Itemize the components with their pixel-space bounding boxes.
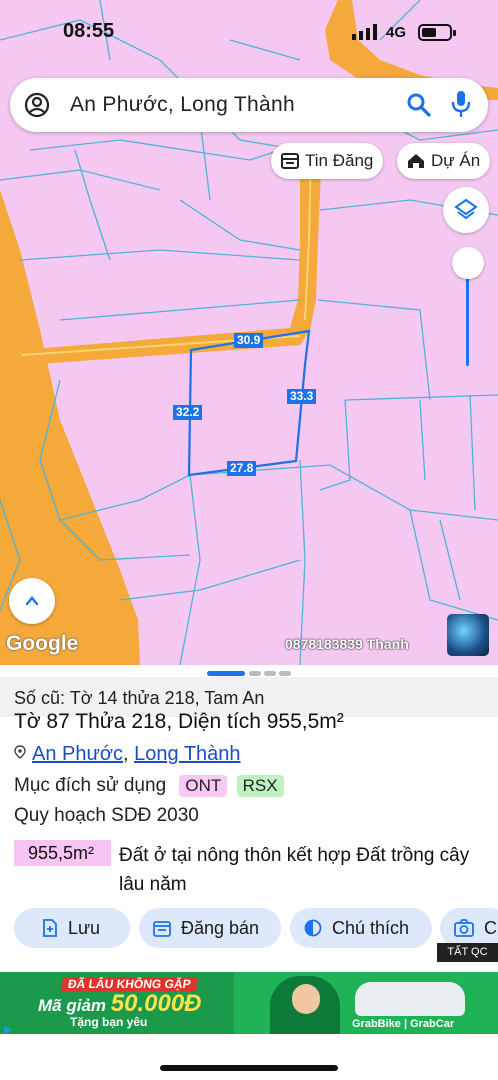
signal-icon: [352, 24, 377, 40]
location-separator: ,: [123, 743, 135, 765]
save-button-label: Lưu: [68, 917, 101, 938]
ad-banner[interactable]: ĐÃ LÂU KHÔNG GẶP Mã giảm 50.000Đ Tặng bạ…: [0, 972, 498, 1034]
projects-chip[interactable]: Dự Án: [397, 143, 491, 179]
map-view[interactable]: 08:55 4G An Phước, Long Thành Tin Đăng D…: [0, 0, 498, 665]
ad-tagline: Tặng bạn yêu: [70, 1015, 148, 1029]
district-link[interactable]: Long Thành: [134, 743, 240, 765]
search-input[interactable]: An Phước, Long Thành: [70, 93, 295, 117]
usage-label: Mục đích sử dụng: [14, 775, 167, 796]
ad-discount: Mã giảm 50.000Đ: [38, 990, 202, 1018]
battery-icon: [418, 24, 456, 41]
opacity-slider-track[interactable]: [466, 270, 469, 366]
calendar-icon: [153, 921, 171, 937]
opacity-slider-knob[interactable]: [452, 247, 484, 279]
ad-discount-prefix: Mã giảm: [38, 996, 107, 1015]
ad-choices-icon[interactable]: [2, 1024, 14, 1036]
home-indicator[interactable]: [160, 1065, 338, 1071]
area-description: Đất ở tại nông thôn kết hợp Đất trồng câ…: [119, 845, 470, 895]
save-button[interactable]: Lưu: [14, 908, 130, 948]
add-file-icon: [43, 919, 57, 937]
ward-link[interactable]: An Phước: [32, 743, 123, 765]
post-for-sale-button[interactable]: Đăng bán: [139, 908, 281, 948]
camera-icon: [454, 919, 474, 937]
ad-person-face: [292, 984, 320, 1014]
map-watermark: 0878183839 Thanh: [285, 636, 409, 652]
listing-icon: [281, 153, 299, 169]
measure-bottom: 27.8: [227, 461, 257, 476]
legend-button[interactable]: Chú thích: [290, 908, 432, 948]
sheet-page-indicator: [249, 671, 261, 676]
ad-discount-amount: 50.000Đ: [110, 990, 202, 1017]
microphone-icon[interactable]: [450, 90, 472, 118]
measure-right: 33.3: [287, 389, 317, 404]
layers-button[interactable]: [443, 187, 489, 233]
layers-icon: [454, 198, 478, 220]
satellite-thumbnail[interactable]: [447, 614, 489, 656]
ad-car: [355, 982, 465, 1016]
search-bar[interactable]: An Phước, Long Thành: [10, 78, 488, 132]
usage-tag-ont: ONT: [179, 775, 228, 797]
photo-button[interactable]: C: [440, 908, 498, 948]
chevron-up-icon: [25, 596, 39, 606]
sheet-page-indicator: [264, 671, 276, 676]
usage-row: Mục đích sử dụng ONT RSX: [14, 775, 284, 797]
usage-tag-rsx: RSX: [236, 775, 284, 797]
status-bar: 08:55 4G: [0, 0, 498, 60]
sheet-page-indicator-active: [207, 671, 245, 676]
plan-label: Quy hoạch SDĐ 2030: [14, 805, 199, 826]
status-time: 08:55: [63, 20, 115, 42]
photo-button-label: C: [484, 917, 497, 938]
measure-top: 30.9: [234, 333, 264, 348]
ad-brand: GrabBike | GrabCar: [352, 1018, 455, 1030]
listings-chip-label: Tin Đăng: [305, 151, 374, 170]
location-pin-icon: [14, 745, 26, 759]
legend-button-label: Chú thích: [332, 917, 410, 938]
parcel-title: Tờ 87 Thửa 218, Diện tích 955,5m²: [14, 710, 344, 733]
post-for-sale-label: Đăng bán: [181, 917, 260, 938]
search-icon[interactable]: [406, 92, 432, 118]
listings-chip[interactable]: Tin Đăng: [271, 143, 384, 179]
hide-ad-button[interactable]: TẤT QC: [437, 943, 498, 962]
area-value: 955,5m²: [14, 840, 111, 866]
house-icon: [408, 154, 424, 168]
network-type: 4G: [386, 24, 407, 41]
contrast-icon: [304, 919, 322, 937]
account-icon[interactable]: [24, 92, 50, 118]
parcel-location: An Phước, Long Thành: [14, 743, 241, 766]
measure-left: 32.2: [173, 405, 203, 420]
projects-chip-label: Dự Án: [431, 151, 481, 170]
expand-button[interactable]: [9, 578, 55, 624]
ad-headline: ĐÃ LÂU KHÔNG GẶP: [61, 977, 198, 991]
sheet-page-indicator: [279, 671, 291, 676]
google-logo: Google: [6, 632, 79, 655]
